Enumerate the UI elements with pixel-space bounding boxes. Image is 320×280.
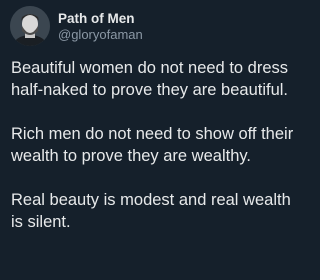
profile-photo-icon <box>10 6 50 46</box>
author-names: Path of Men @gloryofaman <box>58 10 143 43</box>
tweet-paragraph: Beautiful women do not need to dress hal… <box>11 59 289 99</box>
author-avatar[interactable] <box>10 6 50 46</box>
author-display-name[interactable]: Path of Men <box>58 10 143 27</box>
tweet-header: Path of Men @gloryofaman <box>10 6 143 46</box>
tweet-paragraph: Real beauty is modest and real wealth is… <box>11 191 291 231</box>
author-handle[interactable]: @gloryofaman <box>58 27 143 43</box>
tweet-paragraph: Rich men do not need to show off their w… <box>11 125 294 165</box>
tweet-body: Beautiful women do not need to dress hal… <box>11 57 295 255</box>
